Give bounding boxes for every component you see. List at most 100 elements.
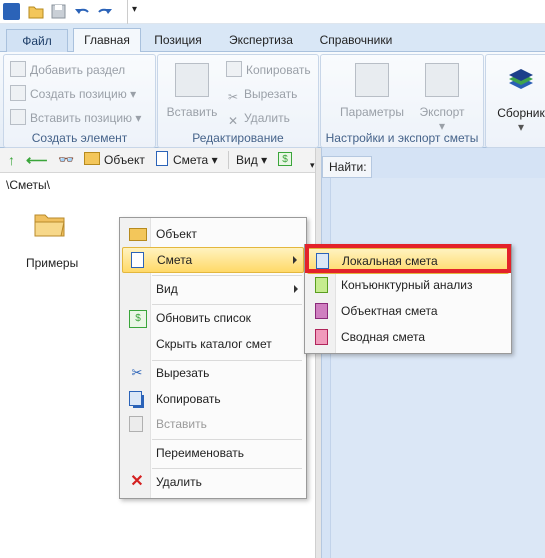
cut-button[interactable]: ✂ Вырезать [226,84,297,104]
object-button-label: Объект [104,153,145,167]
create-position-dropdown-icon: ▾ [130,87,137,101]
menu-item-view[interactable]: Вид [122,277,304,301]
insert-position-dropdown-icon: ▾ [135,111,142,125]
tab-home[interactable]: Главная [73,28,141,54]
export-icon [425,63,459,97]
scissors-icon: ✂ [227,90,239,104]
menu-item-estimate-label: Смета [157,253,193,267]
tab-position[interactable]: Позиция [145,29,211,51]
paste-icon [129,416,143,432]
tab-expertise[interactable]: Экспертиза [220,29,302,51]
delete-x-icon: ✕ [130,473,144,490]
submenu-arrow-icon [293,256,297,264]
parameters-icon [355,63,389,97]
binoculars-icon[interactable]: 👓 [58,152,74,168]
menu-item-view-label: Вид [156,282,178,296]
object-button[interactable]: Объект [84,151,145,169]
view-button-label: Вид [236,153,258,167]
editing-group-label: Редактирование [192,131,284,145]
folder-label[interactable]: Примеры [26,256,86,270]
menu-item-object-label: Объект [156,227,197,241]
submenu-item-market-analysis[interactable]: Конъюнктурный анализ [307,273,509,297]
refresh-icon[interactable]: $ [278,152,292,166]
parameters-button[interactable]: Параметры [337,63,407,119]
breadcrumb: \Сметы\ [0,174,320,196]
menu-item-object[interactable]: Объект [122,222,304,246]
copy-button[interactable]: Копировать [226,60,311,80]
up-arrow-icon[interactable]: ↑ [8,152,15,168]
parameters-label: Параметры [340,105,404,119]
menu-item-cut-label: Вырезать [156,366,210,380]
menu-separator [152,275,302,276]
find-label: Найти: [322,156,372,178]
document-icon [156,151,168,166]
folder-icon [129,228,147,241]
paste-button[interactable]: Вставить [164,63,220,119]
menu-item-paste[interactable]: Вставить [122,412,304,436]
menu-item-copy-label: Копировать [156,392,221,406]
create-element-group: Добавить раздел Создать позицию ▾ Встави… [3,54,156,148]
export-button[interactable]: Экспорт ▾ [413,63,471,133]
collection-button[interactable]: Сборник ▾ [490,63,545,134]
qat-separator [114,0,128,24]
menu-item-cut[interactable]: ✂ Вырезать [122,361,304,385]
create-position-button[interactable]: Создать позицию ▾ [10,84,136,104]
estimate-dropdown-icon: ▾ [211,153,218,167]
insert-position-button[interactable]: Вставить позицию ▾ [10,108,141,128]
create-position-icon [10,85,26,101]
menu-item-hide-catalog[interactable]: Скрыть каталог смет [122,332,304,356]
undo-icon[interactable] [74,3,91,20]
submenu-item-object-label: Объектная смета [341,304,438,318]
submenu-item-summary-estimate[interactable]: Сводная смета [307,325,509,349]
back-arrow-icon[interactable]: ⟵ [26,151,48,169]
copy-label: Копировать [246,63,311,77]
menu-item-copy[interactable]: Копировать [122,387,304,411]
app-icon[interactable] [3,3,20,20]
view-button[interactable]: Вид ▾ [236,151,267,169]
menu-item-hide-catalog-label: Скрыть каталог смет [156,337,272,351]
menu-item-rename-label: Переименовать [156,446,244,460]
ribbon-tabs: Файл Главная Позиция Экспертиза Справочн… [0,24,545,54]
add-section-icon [10,61,26,77]
toolbar-separator [228,151,229,169]
save-icon[interactable] [50,3,67,20]
cut-label: Вырезать [244,87,298,101]
paste-icon [175,63,209,97]
menu-item-delete[interactable]: ✕ Удалить [122,470,304,494]
open-folder-icon[interactable] [28,3,45,20]
menu-item-rename[interactable]: Переименовать [122,441,304,465]
menu-separator [152,468,302,469]
redo-icon[interactable] [96,3,113,20]
menu-item-paste-label: Вставить [156,417,207,431]
editing-group: Вставить Копировать ✂ Вырезать ✕ Удалить Р… [157,54,319,148]
menu-item-estimate[interactable]: Смета [122,247,304,273]
folder-icon[interactable] [34,212,66,238]
create-element-group-label: Создать элемент [31,131,128,145]
delete-button[interactable]: ✕ Удалить [226,108,290,128]
estimate-button[interactable]: Смета ▾ [156,151,218,169]
results-area [330,178,545,558]
menu-item-refresh[interactable]: $ Обновить список [122,306,304,330]
quick-access-toolbar: ▾ [0,0,545,24]
add-section-button[interactable]: Добавить раздел [10,60,125,80]
scissors-icon: ✂ [131,365,143,380]
view-dropdown-icon: ▾ [261,153,268,167]
customize-qat-button[interactable]: ▾ [132,4,137,15]
submenu-item-summary-label: Сводная смета [341,330,426,344]
delete-label: Удалить [244,111,290,125]
delete-x-icon: ✕ [227,114,239,128]
menu-separator [152,304,302,305]
export-label: Экспорт [419,105,465,119]
estimate-button-label: Смета [173,153,209,167]
create-position-label: Создать позицию [30,87,127,101]
tab-references[interactable]: Справочники [310,29,402,51]
submenu-arrow-icon [294,285,298,293]
toolbar-overflow-icon[interactable]: ▾ [310,160,315,171]
refresh-icon: $ [129,310,147,328]
menu-item-delete-label: Удалить [156,475,202,489]
tab-file[interactable]: Файл [6,29,68,52]
submenu-item-object-estimate[interactable]: Объектная смета [307,299,509,323]
ribbon: Добавить раздел Создать позицию ▾ Встави… [0,52,545,148]
insert-position-icon [10,109,26,125]
summary-estimate-icon [315,329,328,345]
